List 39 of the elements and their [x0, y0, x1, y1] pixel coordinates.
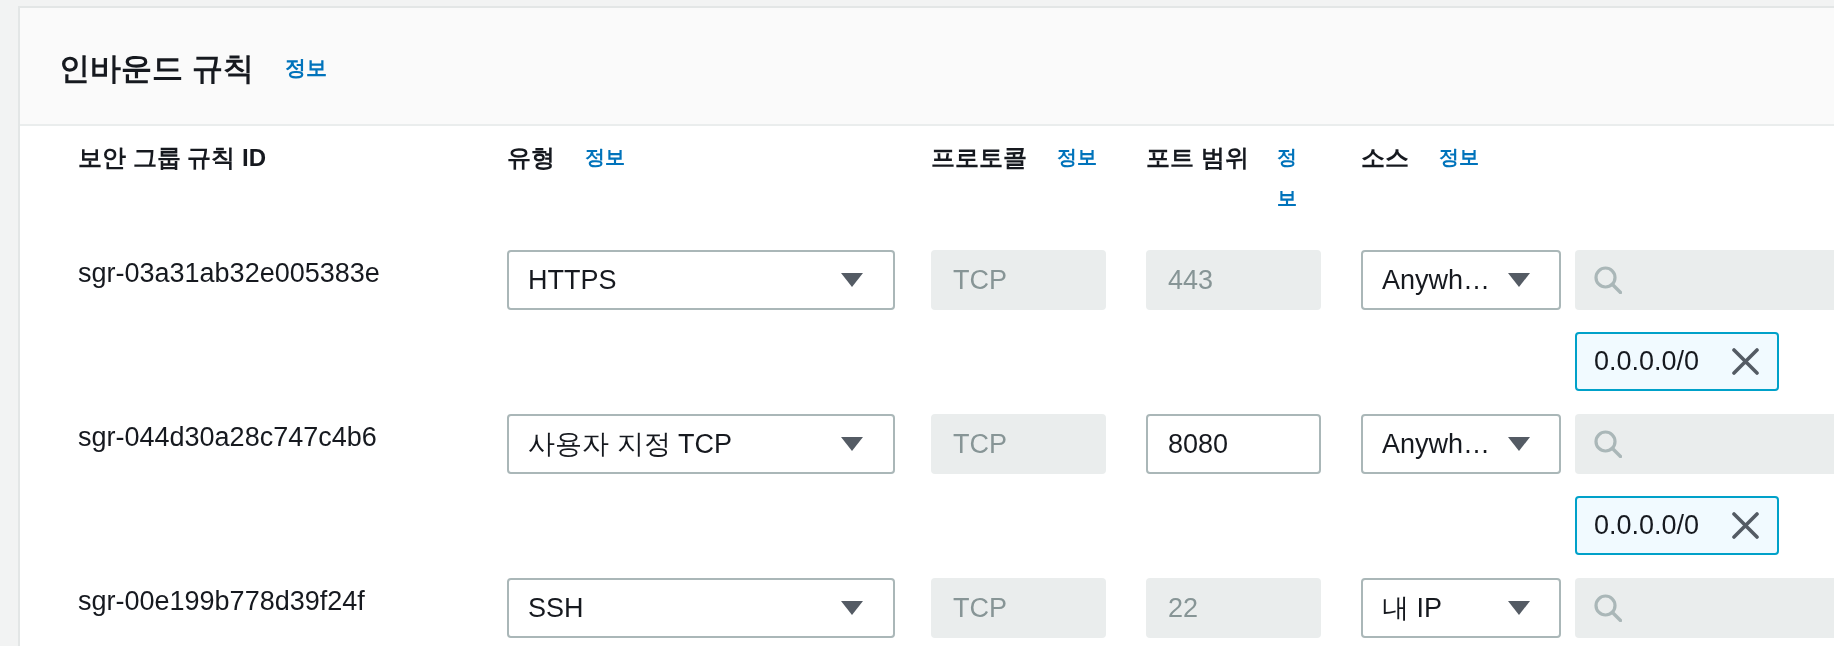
caret-down-icon [1508, 273, 1530, 287]
cidr-value: 0.0.0.0/0 [1594, 509, 1700, 543]
port-range-field: 22 [1146, 578, 1321, 638]
source-select[interactable]: 내 IP [1361, 578, 1561, 638]
info-link[interactable]: 정보 [585, 137, 625, 178]
info-link[interactable]: 정보 [1057, 137, 1097, 178]
type-select[interactable]: 사용자 지정 TCP [507, 414, 895, 474]
protocol-field: TCP [931, 414, 1106, 474]
rule-id: sgr-00e199b778d39f24f [78, 585, 366, 617]
caret-down-icon [841, 601, 863, 615]
caret-down-icon [841, 273, 863, 287]
close-icon[interactable] [1732, 348, 1759, 375]
rule-id: sgr-03a31ab32e005383e [78, 257, 381, 289]
close-icon[interactable] [1732, 512, 1759, 539]
caret-down-icon [1508, 601, 1530, 615]
type-select[interactable]: SSH [507, 578, 895, 638]
column-header: 소스 [1361, 143, 1409, 173]
protocol-field: TCP [931, 578, 1106, 638]
info-link[interactable]: 정보 [1276, 137, 1297, 219]
column-header: 유형 [507, 143, 555, 173]
rule-id: sgr-044d30a28c747c4b6 [78, 421, 378, 453]
caret-down-icon [1508, 437, 1530, 451]
cidr-value: 0.0.0.0/0 [1594, 345, 1700, 379]
search-icon [1594, 430, 1622, 458]
port-range-field[interactable]: 8080 [1146, 414, 1321, 474]
type-select[interactable]: HTTPS [507, 250, 895, 310]
search-icon [1594, 594, 1622, 622]
info-link[interactable]: 정보 [1439, 137, 1479, 178]
column-header: 보안 그룹 규칙 ID [78, 143, 266, 173]
column-header: 포트 범위 [1146, 143, 1249, 173]
column-header: 프로토콜 [931, 143, 1027, 173]
search-icon [1594, 266, 1622, 294]
protocol-field: TCP [931, 250, 1106, 310]
source-select[interactable]: Anywh… [1361, 250, 1561, 310]
panel-title: 인바운드 규칙 [59, 52, 254, 84]
caret-down-icon [841, 437, 863, 451]
source-select[interactable]: Anywh… [1361, 414, 1561, 474]
port-range-field: 443 [1146, 250, 1321, 310]
info-link[interactable]: 정보 [284, 52, 327, 84]
